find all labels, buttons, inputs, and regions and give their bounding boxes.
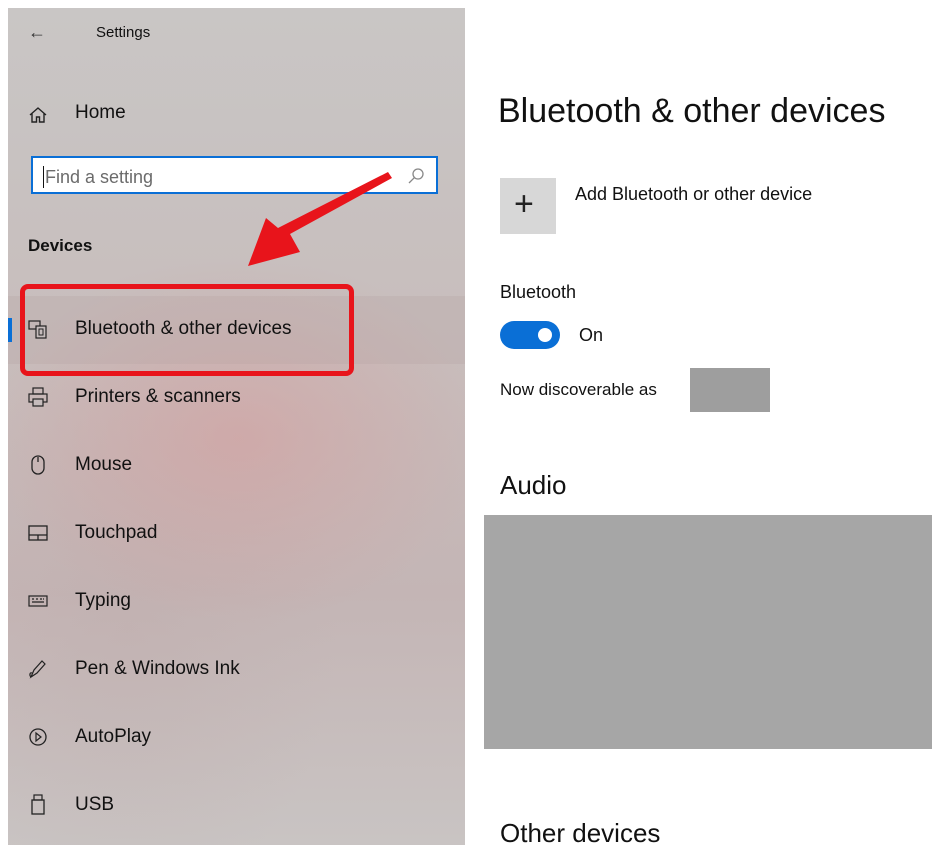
sidebar-item-typing[interactable]: Typing <box>8 568 465 636</box>
main-content: Bluetooth & other devices + Add Bluetoot… <box>465 8 941 845</box>
sidebar-item-label: Typing <box>75 590 131 611</box>
plus-icon: + <box>514 185 534 223</box>
sidebar-item-mouse[interactable]: Mouse <box>8 432 465 500</box>
autoplay-icon <box>29 728 47 746</box>
touchpad-icon <box>28 525 48 541</box>
redacted-audio-devices <box>484 515 932 749</box>
app-title: Settings <box>96 24 151 41</box>
home-icon <box>29 107 47 123</box>
page-title: Bluetooth & other devices <box>498 92 886 130</box>
annotation-highlight-box <box>20 284 354 376</box>
keyboard-icon <box>28 595 48 607</box>
sidebar-item-autoplay[interactable]: AutoPlay <box>8 704 465 772</box>
home-label: Home <box>75 102 126 123</box>
sidebar-item-pen[interactable]: Pen & Windows Ink <box>8 636 465 704</box>
discoverable-label: Now discoverable as <box>500 380 657 399</box>
pen-icon <box>29 660 46 679</box>
usb-icon <box>31 794 45 815</box>
add-device-label[interactable]: Add Bluetooth or other device <box>575 184 812 205</box>
other-devices-heading: Other devices <box>500 818 661 845</box>
settings-window: ← Settings Home Devices Bluet <box>8 8 941 845</box>
home-link[interactable]: Home <box>8 92 465 142</box>
sidebar: ← Settings Home Devices Bluet <box>8 8 465 845</box>
redacted-device-name <box>690 368 770 412</box>
sidebar-item-label: Touchpad <box>75 522 158 543</box>
search-icon[interactable] <box>406 166 426 186</box>
sidebar-item-label: USB <box>75 794 115 815</box>
annotation-arrow-icon <box>248 172 392 266</box>
toggle-knob <box>538 328 552 342</box>
sidebar-item-label: Pen & Windows Ink <box>75 658 240 679</box>
sidebar-item-label: AutoPlay <box>75 726 152 747</box>
bluetooth-toggle[interactable] <box>500 321 560 349</box>
mouse-icon <box>31 455 45 475</box>
sidebar-item-touchpad[interactable]: Touchpad <box>8 500 465 568</box>
bluetooth-state-label: On <box>579 325 604 345</box>
sidebar-item-usb[interactable]: USB <box>8 772 465 840</box>
printer-icon <box>28 387 48 407</box>
section-heading: Devices <box>28 236 93 255</box>
back-arrow-icon[interactable]: ← <box>28 22 46 43</box>
audio-heading: Audio <box>500 470 567 500</box>
selection-indicator <box>8 318 12 342</box>
add-device-button[interactable]: + <box>500 178 556 234</box>
bluetooth-label: Bluetooth <box>500 282 577 302</box>
sidebar-item-label: Mouse <box>75 454 133 475</box>
sidebar-item-label: Printers & scanners <box>75 386 241 407</box>
